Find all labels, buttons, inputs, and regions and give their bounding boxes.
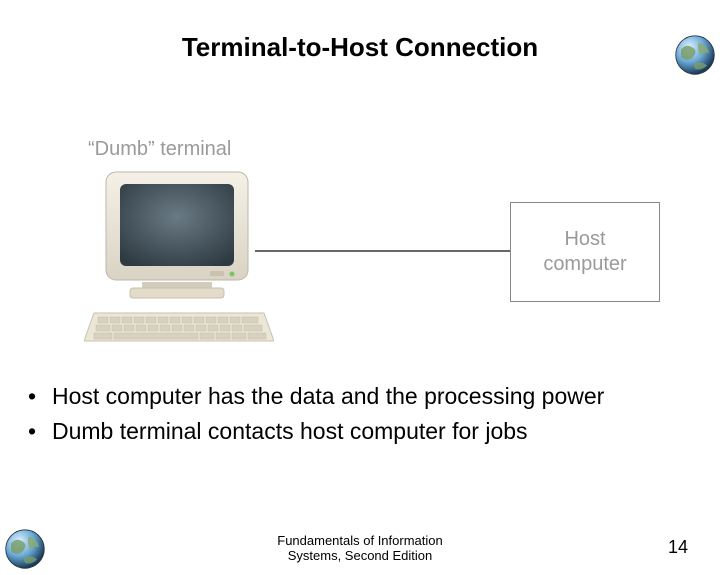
list-item: • Dumb terminal contacts host computer f… xyxy=(28,417,688,446)
connection-line xyxy=(255,250,510,252)
bullet-icon: • xyxy=(28,417,52,446)
list-item: • Host computer has the data and the pro… xyxy=(28,382,688,411)
bullet-text: Host computer has the data and the proce… xyxy=(52,382,604,411)
globe-icon xyxy=(674,34,716,76)
monitor-icon xyxy=(102,170,252,300)
terminal-label: “Dumb” terminal xyxy=(88,138,231,161)
footer-line1: Fundamentals of Information xyxy=(277,533,442,548)
footer-line2: Systems, Second Edition xyxy=(288,548,433,563)
slide-title: Terminal-to-Host Connection xyxy=(0,32,720,63)
bullet-icon: • xyxy=(28,382,52,411)
page-number: 14 xyxy=(668,537,688,558)
bullet-list: • Host computer has the data and the pro… xyxy=(28,382,688,452)
host-label-line2: computer xyxy=(543,253,626,275)
host-box: Host computer xyxy=(510,202,660,302)
keyboard-icon xyxy=(84,305,274,345)
footer: Fundamentals of Information Systems, Sec… xyxy=(0,534,720,564)
bullet-text: Dumb terminal contacts host computer for… xyxy=(52,417,528,446)
host-label-line1: Host xyxy=(564,228,605,250)
diagram: “Dumb” terminal xyxy=(60,130,660,360)
